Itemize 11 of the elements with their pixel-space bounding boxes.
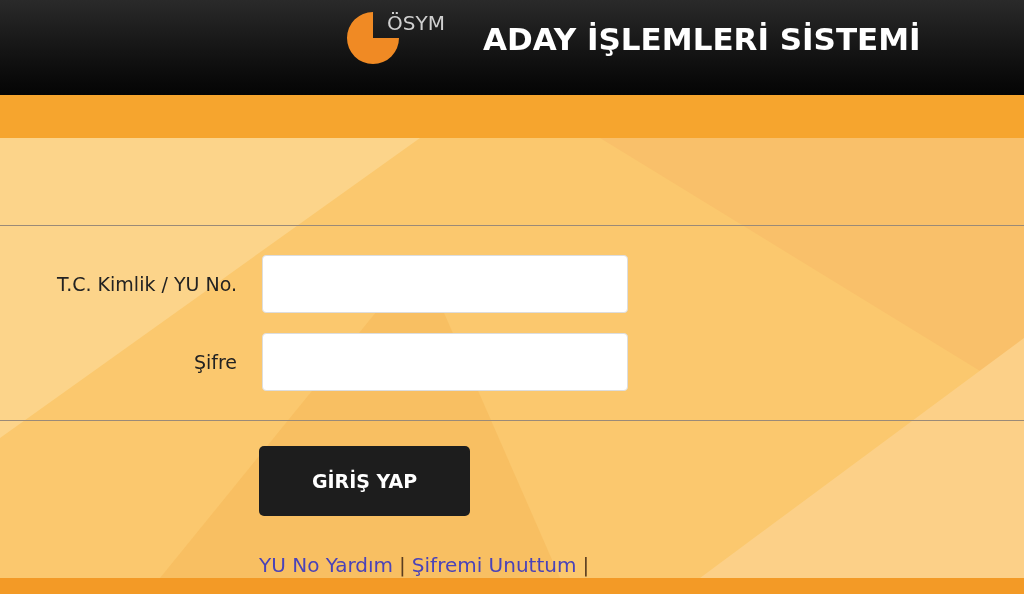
link-separator: |	[399, 552, 406, 579]
login-button[interactable]: GİRİŞ YAP	[259, 446, 470, 516]
logo-text: ÖSYM	[387, 10, 445, 37]
field-label: Şifre	[192, 349, 237, 375]
input-field[interactable]	[262, 333, 628, 391]
help-link[interactable]: YU No Yardım	[259, 550, 394, 580]
input-field[interactable]	[262, 255, 628, 313]
link-separator: |	[582, 552, 590, 579]
field-label: T.C. Kimlik / YU No.	[55, 271, 237, 297]
help-link[interactable]: Şifremi Unuttum	[411, 550, 577, 580]
page-title: ADAY İŞLEMLERİ SİSTEMİ	[483, 20, 921, 59]
